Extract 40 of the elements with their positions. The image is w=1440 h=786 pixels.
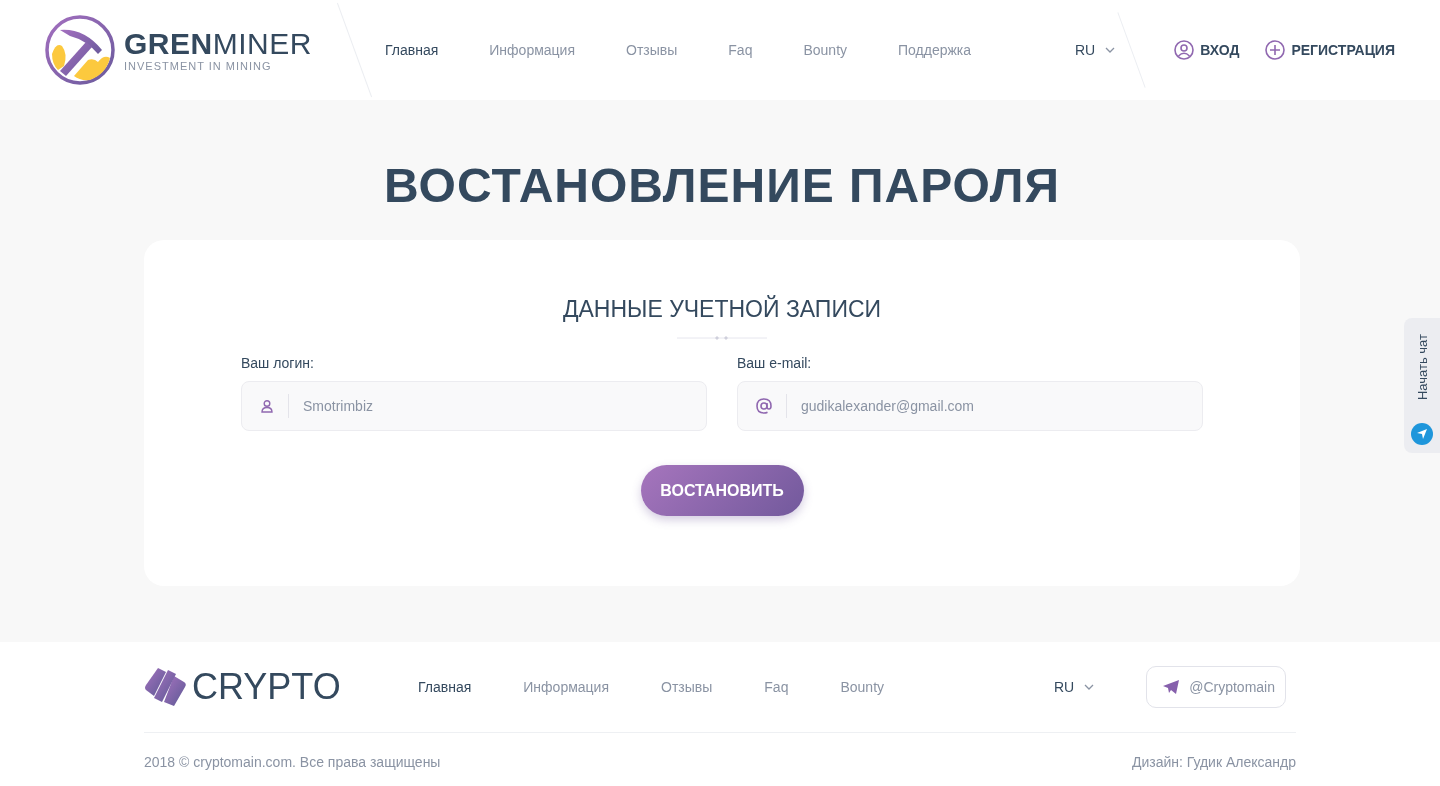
nav-link[interactable]: Отзывы xyxy=(626,42,678,58)
footer-logo-text: CRYPTO xyxy=(192,666,341,708)
at-sign-icon xyxy=(756,398,772,414)
footer-nav-link[interactable]: Bounty xyxy=(840,679,885,695)
start-chat-tab[interactable]: Начать чат xyxy=(1404,318,1440,453)
design-credit: Дизайн: Гудик Александр xyxy=(1131,754,1296,770)
field-label: Ваш логин: xyxy=(241,355,315,371)
submit-button[interactable]: ВОСТАНОВИТЬ xyxy=(640,465,804,516)
plus-circle-icon xyxy=(1265,40,1286,60)
language-dropdown[interactable]: RU xyxy=(1074,42,1116,58)
nav-link[interactable]: Главная xyxy=(385,42,439,58)
paper-plane-icon xyxy=(1411,423,1433,445)
pickaxe-logo-icon xyxy=(44,14,116,86)
login-button[interactable]: ВХОД xyxy=(1174,40,1240,60)
ornament-divider-icon xyxy=(677,335,767,341)
chevron-down-icon xyxy=(1105,47,1116,53)
chevron-down-icon xyxy=(1084,684,1095,690)
page-title: ВОСТАНОВЛЕНИЕ ПАРОЛЯ xyxy=(384,158,1060,214)
footer-nav-link[interactable]: Отзывы xyxy=(661,679,713,695)
form-heading: ДАННЫЕ УЧЕТНОЙ ЗАПИСИ xyxy=(562,296,882,323)
input-field[interactable]: gudikalexander@gmail.com xyxy=(737,381,1203,431)
telegram-button[interactable]: @Cryptomain xyxy=(1146,666,1286,708)
paper-plane-icon xyxy=(1163,680,1180,694)
logo-wordmark: GRENMINER xyxy=(124,28,312,60)
nav-link[interactable]: Bounty xyxy=(803,42,848,58)
crypto-logo-icon xyxy=(144,666,188,708)
footer-nav-link[interactable]: Главная xyxy=(418,679,472,695)
language-dropdown[interactable]: RU xyxy=(1053,679,1095,695)
nav-link[interactable]: Faq xyxy=(728,42,753,58)
footer-nav-link[interactable]: Faq xyxy=(764,679,789,695)
user-icon xyxy=(260,399,274,413)
copyright-text: 2018 © cryptomain.com. Все права защищены xyxy=(144,754,441,770)
nav-link[interactable]: Информация xyxy=(489,42,575,58)
footer-nav-link[interactable]: Информация xyxy=(523,679,609,695)
register-button[interactable]: РЕГИСТРАЦИЯ xyxy=(1265,40,1395,60)
logo-tagline: INVESTMENT IN MINING xyxy=(124,60,273,72)
user-circle-icon xyxy=(1174,40,1195,60)
field-label: Ваш e-mail: xyxy=(737,355,813,371)
nav-link[interactable]: Поддержка xyxy=(898,42,972,58)
input-field[interactable]: Smotrimbiz xyxy=(241,381,707,431)
